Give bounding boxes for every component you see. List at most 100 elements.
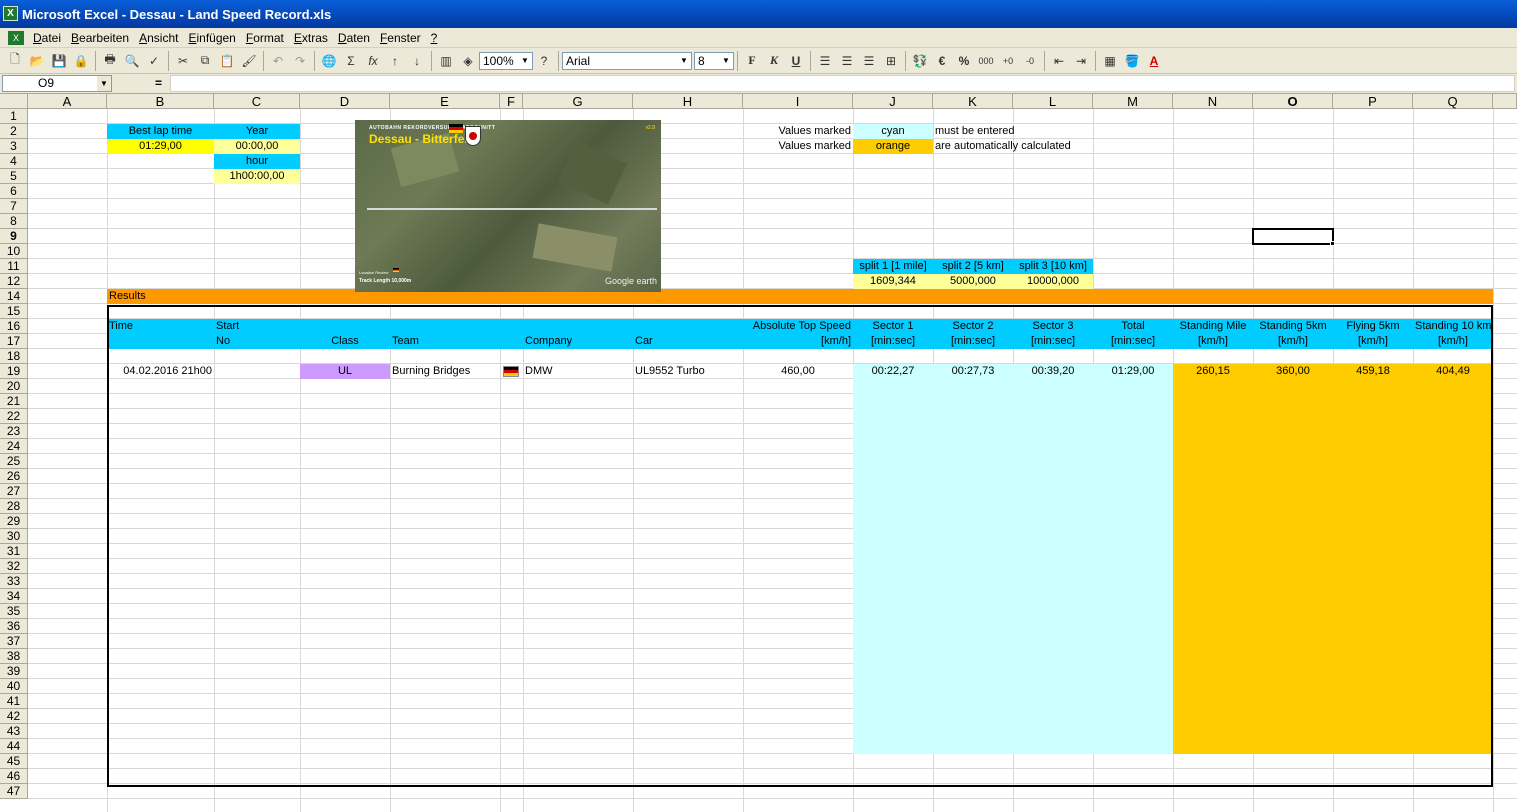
column-header-p[interactable]: P [1333,94,1413,109]
row-header-8[interactable]: 8 [0,214,28,229]
row-header-6[interactable]: 6 [0,184,28,199]
increase-indent-icon[interactable]: ⇥ [1070,50,1092,72]
row-header-21[interactable]: 21 [0,394,28,409]
header-top-speed[interactable]: Absolute Top Speed [743,319,853,334]
row-header-2[interactable]: 2 [0,124,28,139]
column-header-a[interactable]: A [28,94,107,109]
menu-item[interactable]: Extras [289,31,333,45]
drawing-icon[interactable]: ◈ [457,50,479,72]
row-header-33[interactable]: 33 [0,574,28,589]
align-center-icon[interactable]: ☰ [836,50,858,72]
hour-value[interactable]: 1h00:00,00 [214,169,300,184]
result-total[interactable]: 01:29,00 [1093,364,1173,379]
column-header-d[interactable]: D [300,94,390,109]
row-header-34[interactable]: 34 [0,589,28,604]
result-car[interactable]: UL9552 Turbo [633,364,743,379]
fill-handle[interactable] [1330,241,1335,246]
menu-item[interactable]: Fenster [375,31,426,45]
workbook-icon[interactable]: X [8,30,24,45]
font-select[interactable]: Arial ▼ [562,51,692,70]
decrease-indent-icon[interactable]: ⇤ [1048,50,1070,72]
column-header-g[interactable]: G [523,94,633,109]
fill-color-icon[interactable]: 🪣 [1121,50,1143,72]
font-size-select[interactable]: 8 ▼ [694,51,734,70]
split-value[interactable]: 1609,344 [853,274,933,289]
result-standing-10km[interactable]: 404,49 [1413,364,1493,379]
header-sector-3[interactable]: Sector 3 [1013,319,1093,334]
row-header-39[interactable]: 39 [0,664,28,679]
row-header-28[interactable]: 28 [0,499,28,514]
column-header-b[interactable]: B [107,94,214,109]
borders-icon[interactable]: ▦ [1099,50,1121,72]
header-total[interactable]: Total [1093,319,1173,334]
result-sector-1[interactable]: 00:22,27 [853,364,933,379]
header-flying-5km[interactable]: Flying 5km [1333,319,1413,334]
row-header-18[interactable]: 18 [0,349,28,364]
save-icon[interactable]: 💾 [48,50,70,72]
row-header-37[interactable]: 37 [0,634,28,649]
help-icon[interactable]: ? [533,50,555,72]
header-unit[interactable]: [km/h] [1413,334,1493,349]
column-header-q[interactable]: Q [1413,94,1493,109]
legend-label[interactable]: Values marked [743,124,853,139]
year-label[interactable]: Year [214,124,300,139]
header-standing-5km[interactable]: Standing 5km [1253,319,1333,334]
result-team[interactable]: Burning Bridges [390,364,500,379]
row-header-44[interactable]: 44 [0,739,28,754]
header-unit[interactable]: [km/h] [743,334,853,349]
print-icon[interactable]: 🖶 [99,50,121,72]
track-map-image[interactable]: AUTOBAHN REKORDVERSUCHS-ABSCHNITT Dessau… [355,120,661,292]
align-left-icon[interactable]: ☰ [814,50,836,72]
sort-ascending-icon[interactable]: ↑ [384,50,406,72]
bold-button[interactable]: F [741,50,763,72]
spellcheck-icon[interactable]: ✓ [143,50,165,72]
header-team[interactable]: Team [390,334,500,349]
currency-icon[interactable]: 💱 [909,50,931,72]
split-label[interactable]: split 3 [10 km] [1013,259,1093,274]
cut-icon[interactable]: ✂ [172,50,194,72]
row-header-23[interactable]: 23 [0,424,28,439]
row-header-24[interactable]: 24 [0,439,28,454]
column-header-i[interactable]: I [743,94,853,109]
row-header-45[interactable]: 45 [0,754,28,769]
row-header-40[interactable]: 40 [0,679,28,694]
thousands-button[interactable]: 000 [975,50,997,72]
header-unit[interactable]: [min:sec] [853,334,933,349]
column-header-overflow[interactable] [1493,94,1517,109]
italic-button[interactable]: K [763,50,785,72]
row-header-7[interactable]: 7 [0,199,28,214]
row-header-15[interactable]: 15 [0,304,28,319]
row-header-35[interactable]: 35 [0,604,28,619]
header-unit[interactable]: [min:sec] [1093,334,1173,349]
result-standing-mile[interactable]: 260,15 [1173,364,1253,379]
row-header-47[interactable]: 47 [0,784,28,799]
row-header-19[interactable]: 19 [0,364,28,379]
row-header-27[interactable]: 27 [0,484,28,499]
row-header-11[interactable]: 11 [0,259,28,274]
split-label[interactable]: split 1 [1 mile] [853,259,933,274]
column-header-n[interactable]: N [1173,94,1253,109]
split-label[interactable]: split 2 [5 km] [933,259,1013,274]
result-company[interactable]: DMW [523,364,633,379]
redo-icon[interactable]: ↷ [289,50,311,72]
menu-item[interactable]: Einfügen [183,31,240,45]
menu-item[interactable]: ? [426,31,443,45]
row-header-46[interactable]: 46 [0,769,28,784]
column-header-e[interactable]: E [390,94,500,109]
hour-label[interactable]: hour [214,154,300,169]
row-header-31[interactable]: 31 [0,544,28,559]
row-header-38[interactable]: 38 [0,649,28,664]
row-header-42[interactable]: 42 [0,709,28,724]
row-header-10[interactable]: 10 [0,244,28,259]
split-value[interactable]: 10000,000 [1013,274,1093,289]
chevron-down-icon[interactable]: ▼ [677,53,691,69]
legend-label[interactable]: Values marked [743,139,853,154]
print-preview-icon[interactable]: 🔍 [121,50,143,72]
select-all-corner[interactable] [0,94,28,109]
column-header-k[interactable]: K [933,94,1013,109]
split-value[interactable]: 5000,000 [933,274,1013,289]
header-unit[interactable]: [min:sec] [1013,334,1093,349]
header-unit[interactable]: [km/h] [1253,334,1333,349]
row-header-20[interactable]: 20 [0,379,28,394]
result-sector-3[interactable]: 00:39,20 [1013,364,1093,379]
